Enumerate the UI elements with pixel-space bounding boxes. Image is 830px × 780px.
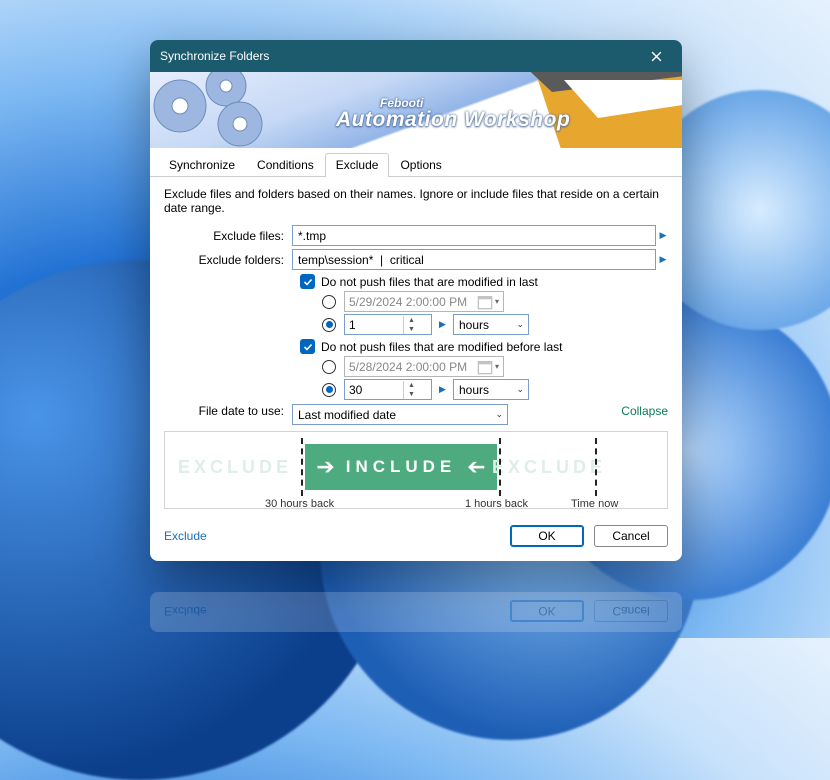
- num2-input[interactable]: [345, 380, 403, 399]
- tab-content: Exclude files and folders based on their…: [150, 177, 682, 515]
- dash-marker: [301, 438, 303, 496]
- chevron-down-icon: ⌄: [495, 409, 503, 420]
- footer-link[interactable]: Exclude: [164, 529, 207, 543]
- titlebar: Synchronize Folders: [150, 40, 682, 72]
- brand-big: Automation Workshop: [336, 108, 570, 131]
- checkbox-modified-before-last[interactable]: [300, 339, 315, 354]
- calendar-icon: [477, 294, 493, 310]
- brand-small: Febooti: [380, 98, 570, 108]
- close-button[interactable]: [640, 40, 672, 72]
- date2-field[interactable]: 5/28/2024 2:00:00 PM ▾: [344, 356, 504, 377]
- radio-num1[interactable]: [322, 318, 336, 332]
- banner: Febooti Automation Workshop: [150, 72, 682, 148]
- num1-field[interactable]: ▲▼: [344, 314, 432, 335]
- radio-num2[interactable]: [322, 383, 336, 397]
- date1-field[interactable]: 5/29/2024 2:00:00 PM ▾: [344, 291, 504, 312]
- checkbox-modified-before-last-label: Do not push files that are modified befo…: [321, 340, 562, 354]
- dash-marker: [499, 438, 501, 496]
- date1-value: 5/29/2024 2:00:00 PM: [349, 295, 467, 309]
- dash-marker: [595, 438, 597, 496]
- tab-conditions[interactable]: Conditions: [246, 153, 325, 177]
- chevron-down-icon: ▾: [495, 297, 499, 306]
- tab-options[interactable]: Options: [389, 153, 452, 177]
- tab-exclude[interactable]: Exclude: [325, 153, 390, 177]
- radio-date1[interactable]: [322, 295, 336, 309]
- num2-field[interactable]: ▲▼: [344, 379, 432, 400]
- cancel-button[interactable]: Cancel: [594, 525, 668, 547]
- gears-icon: [150, 72, 340, 148]
- label-exclude-files: Exclude files:: [164, 229, 292, 243]
- chevron-down-icon: ▾: [495, 362, 499, 371]
- timeline-label-now: Time now: [571, 498, 618, 510]
- zone-exclude-left: EXCLUDE: [173, 444, 297, 490]
- checkbox-modified-in-last-label: Do not push files that are modified in l…: [321, 275, 538, 289]
- arrow-left-icon: ➔: [462, 454, 485, 480]
- radio-date2[interactable]: [322, 360, 336, 374]
- expand-num2-button[interactable]: ▶: [436, 379, 449, 400]
- checkbox-modified-in-last[interactable]: [300, 274, 315, 289]
- num1-spinner[interactable]: ▲▼: [403, 316, 419, 334]
- timeline-diagram: EXCLUDE ➔ INCLUDE ➔ EXCLUDE 30 hours bac…: [164, 431, 668, 509]
- label-file-date: File date to use:: [164, 404, 292, 425]
- close-icon: [651, 51, 662, 62]
- expand-exclude-folders-button[interactable]: ▶: [658, 254, 668, 265]
- exclude-files-input[interactable]: [292, 225, 656, 246]
- unit1-value: hours: [459, 318, 489, 332]
- unit1-select[interactable]: hours ⌄: [453, 314, 529, 335]
- zone-include-label: INCLUDE: [346, 457, 457, 477]
- tab-bar: Synchronize Conditions Exclude Options: [150, 148, 682, 177]
- expand-exclude-files-button[interactable]: ▶: [658, 230, 668, 241]
- collapse-link[interactable]: Collapse: [621, 404, 668, 425]
- footer: Exclude OK Cancel: [150, 515, 682, 561]
- unit2-select[interactable]: hours ⌄: [453, 379, 529, 400]
- arrow-right-icon: ➔: [316, 454, 339, 480]
- timeline-label-1h: 1 hours back: [465, 498, 528, 510]
- tab-synchronize[interactable]: Synchronize: [158, 153, 246, 177]
- num2-spinner[interactable]: ▲▼: [403, 381, 419, 399]
- dialog-window: Synchronize Folders Febooti Automation W…: [150, 40, 682, 561]
- file-date-select[interactable]: Last modified date ⌄: [292, 404, 508, 425]
- exclude-folders-input[interactable]: [292, 249, 656, 270]
- tab-description: Exclude files and folders based on their…: [164, 187, 668, 215]
- chevron-down-icon: ⌄: [516, 319, 524, 330]
- date2-value: 5/28/2024 2:00:00 PM: [349, 360, 467, 374]
- timeline-label-30h: 30 hours back: [265, 498, 334, 510]
- calendar-icon: [477, 359, 493, 375]
- zone-exclude-right: EXCLUDE: [505, 444, 593, 490]
- label-exclude-folders: Exclude folders:: [164, 253, 292, 267]
- window-title: Synchronize Folders: [160, 49, 640, 63]
- zone-include: ➔ INCLUDE ➔: [305, 444, 497, 490]
- ok-button[interactable]: OK: [510, 525, 584, 547]
- file-date-value: Last modified date: [298, 408, 396, 422]
- expand-num1-button[interactable]: ▶: [436, 314, 449, 335]
- unit2-value: hours: [459, 383, 489, 397]
- chevron-down-icon: ⌄: [516, 384, 524, 395]
- num1-input[interactable]: [345, 315, 403, 334]
- checkmark-icon: [303, 342, 313, 352]
- checkmark-icon: [303, 277, 313, 287]
- brand: Febooti Automation Workshop: [336, 98, 570, 132]
